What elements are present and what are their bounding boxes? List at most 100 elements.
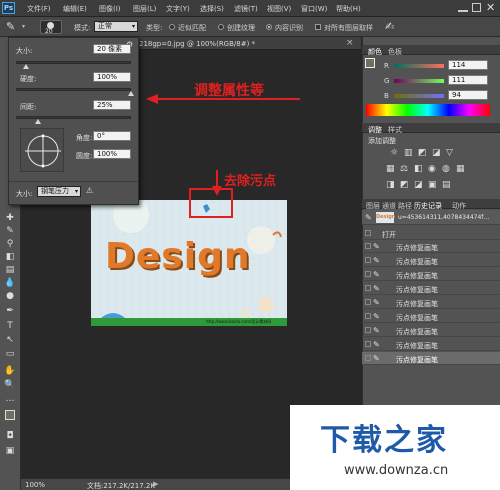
pressure-label: 大小: bbox=[16, 190, 33, 198]
hardness-field[interactable]: 100% bbox=[93, 72, 131, 82]
history-item[interactable]: ✎ 污点修复画笔 bbox=[362, 254, 500, 267]
history-source-box[interactable] bbox=[365, 341, 371, 347]
snapshot-brush-icon: ✎ bbox=[365, 213, 372, 222]
hue-saturation-icon[interactable]: ▦ bbox=[386, 164, 395, 174]
size-slider-knob[interactable] bbox=[23, 64, 29, 69]
brush-history-icon: ✎ bbox=[373, 326, 380, 335]
tab-swatches[interactable]: 色板 bbox=[388, 47, 402, 57]
color-lookup-icon[interactable]: ▦ bbox=[456, 164, 465, 174]
vibrance-icon[interactable]: ▽ bbox=[446, 148, 453, 158]
size-slider[interactable] bbox=[16, 61, 131, 64]
history-item[interactable]: ✎ 污点修复画笔 bbox=[362, 310, 500, 323]
posterize-icon[interactable]: ◩ bbox=[400, 180, 409, 190]
watermark-banner: 下载之家 www.downza.cn bbox=[290, 405, 500, 490]
history-item-label: 污点修复画笔 bbox=[396, 314, 438, 322]
g-slider[interactable] bbox=[394, 79, 444, 83]
r-field[interactable]: 114 bbox=[448, 60, 488, 70]
history-item-label: 污点修复画笔 bbox=[396, 328, 438, 336]
history-item[interactable]: ✎ 污点修复画笔 bbox=[362, 296, 500, 309]
panel-divider bbox=[9, 181, 138, 182]
roundness-field[interactable]: 100% bbox=[93, 149, 131, 159]
hardness-slider-knob[interactable] bbox=[128, 91, 134, 96]
r-label: R bbox=[384, 62, 389, 70]
hardness-slider[interactable] bbox=[16, 88, 131, 91]
spacing-slider[interactable] bbox=[16, 116, 131, 119]
brush-history-icon: ✎ bbox=[373, 340, 380, 349]
history-source-box[interactable] bbox=[365, 257, 371, 263]
black-white-icon[interactable]: ◧ bbox=[414, 164, 423, 174]
photoshop-window: Ps 文件(F) 编辑(E) 图像(I) 图层(L) 文字(Y) 选择(S) 滤… bbox=[0, 0, 500, 490]
brush-history-icon: ✎ bbox=[373, 242, 380, 251]
channel-mixer-icon[interactable]: ◍ bbox=[442, 164, 450, 174]
gradient-map-icon[interactable]: ▤ bbox=[442, 180, 451, 190]
b-field[interactable]: 94 bbox=[448, 90, 488, 100]
adjust-annotation-text: 调整属性等 bbox=[194, 83, 264, 99]
adjustment-icons-grid: ☼ ▥ ◩ ◪ ▽ ▦ ⚖ ◧ ◉ ◍ ▦ ◨ ◩ ◪ ▣ ▤ bbox=[386, 148, 470, 196]
pressure-select[interactable]: 钢笔压力 ▾ bbox=[37, 186, 81, 197]
history-source-box[interactable] bbox=[365, 230, 371, 236]
brush-history-icon: ✎ bbox=[373, 298, 380, 307]
chevron-down-icon: ▾ bbox=[74, 188, 78, 195]
history-item[interactable]: ✎ 污点修复画笔 bbox=[362, 268, 500, 281]
invert-icon[interactable]: ◨ bbox=[386, 180, 395, 190]
history-source-box[interactable] bbox=[365, 327, 371, 333]
fg-color-chip[interactable] bbox=[365, 58, 375, 68]
history-source-box[interactable] bbox=[365, 243, 371, 249]
levels-icon[interactable]: ▥ bbox=[404, 148, 413, 158]
history-source-box[interactable] bbox=[365, 271, 371, 277]
g-field[interactable]: 111 bbox=[448, 75, 488, 85]
history-item[interactable]: ✎ 污点修复画笔 bbox=[362, 338, 500, 351]
brush-history-icon: ✎ bbox=[373, 284, 380, 293]
history-source-box[interactable] bbox=[365, 299, 371, 305]
curves-icon[interactable]: ◩ bbox=[418, 148, 427, 158]
zoom-level[interactable]: 100% bbox=[25, 481, 45, 489]
adjust-panel-tabs: 调整 样式 bbox=[362, 123, 500, 135]
brush-history-icon: ✎ bbox=[373, 354, 380, 363]
spacing-field[interactable]: 25% bbox=[93, 100, 131, 110]
size-field[interactable]: 20 像素 bbox=[93, 44, 131, 54]
history-item[interactable]: ✎ 污点修复画笔 bbox=[362, 324, 500, 337]
history-item-label: 污点修复画笔 bbox=[396, 356, 438, 364]
color-ramp[interactable] bbox=[366, 104, 490, 116]
history-snapshot-row[interactable]: ✎ Design u=453614311,4078434474f… bbox=[362, 210, 500, 225]
hardness-label: 硬度: bbox=[20, 75, 37, 83]
tab-adjustments[interactable]: 调整 bbox=[368, 125, 382, 135]
warning-icon: ⚠ bbox=[86, 186, 94, 195]
photo-filter-icon[interactable]: ◉ bbox=[428, 164, 436, 174]
history-item-label: 污点修复画笔 bbox=[396, 258, 438, 266]
angle-roundness-dial bbox=[25, 134, 61, 168]
tab-styles[interactable]: 样式 bbox=[388, 125, 402, 135]
tab-color[interactable]: 颜色 bbox=[368, 47, 382, 57]
history-item-label: 污点修复画笔 bbox=[396, 272, 438, 280]
history-item-label: 污点修复画笔 bbox=[396, 244, 438, 252]
watermark-title: 下载之家 bbox=[320, 423, 448, 458]
exposure-icon[interactable]: ◪ bbox=[432, 148, 441, 158]
history-source-box[interactable] bbox=[365, 313, 371, 319]
adjust-arrowhead bbox=[146, 94, 158, 104]
add-adjustment-label: 添加调整 bbox=[368, 137, 396, 145]
history-source-box[interactable] bbox=[365, 355, 371, 361]
pressure-value: 钢笔压力 bbox=[41, 187, 69, 195]
spacing-slider-knob[interactable] bbox=[35, 119, 41, 124]
angle-label: 角度: bbox=[76, 134, 93, 142]
history-item[interactable]: 打开 bbox=[362, 227, 500, 240]
b-slider[interactable] bbox=[394, 94, 444, 98]
watermark-url: www.downza.cn bbox=[344, 463, 449, 478]
brightness-icon[interactable]: ☼ bbox=[390, 148, 398, 158]
color-balance-icon[interactable]: ⚖ bbox=[400, 164, 408, 174]
r-slider[interactable] bbox=[394, 64, 444, 68]
history-source-box[interactable] bbox=[365, 285, 371, 291]
history-item[interactable]: ✎ 污点修复画笔 bbox=[362, 240, 500, 253]
g-label: G bbox=[384, 77, 390, 85]
remove-annotation-text: 去除污点 bbox=[224, 174, 277, 189]
history-item-label: 打开 bbox=[382, 231, 396, 239]
angle-roundness-widget[interactable] bbox=[20, 128, 64, 172]
snapshot-name: u=453614311,4078434474f… bbox=[398, 214, 490, 221]
status-menu-arrow-icon[interactable]: ▶ bbox=[153, 480, 158, 488]
brush-history-icon: ✎ bbox=[373, 312, 380, 321]
history-item-current[interactable]: ✎ 污点修复画笔 bbox=[362, 352, 500, 365]
threshold-icon[interactable]: ◪ bbox=[414, 180, 423, 190]
angle-field[interactable]: 0° bbox=[93, 131, 131, 141]
selective-color-icon[interactable]: ▣ bbox=[428, 180, 437, 190]
history-item[interactable]: ✎ 污点修复画笔 bbox=[362, 282, 500, 295]
